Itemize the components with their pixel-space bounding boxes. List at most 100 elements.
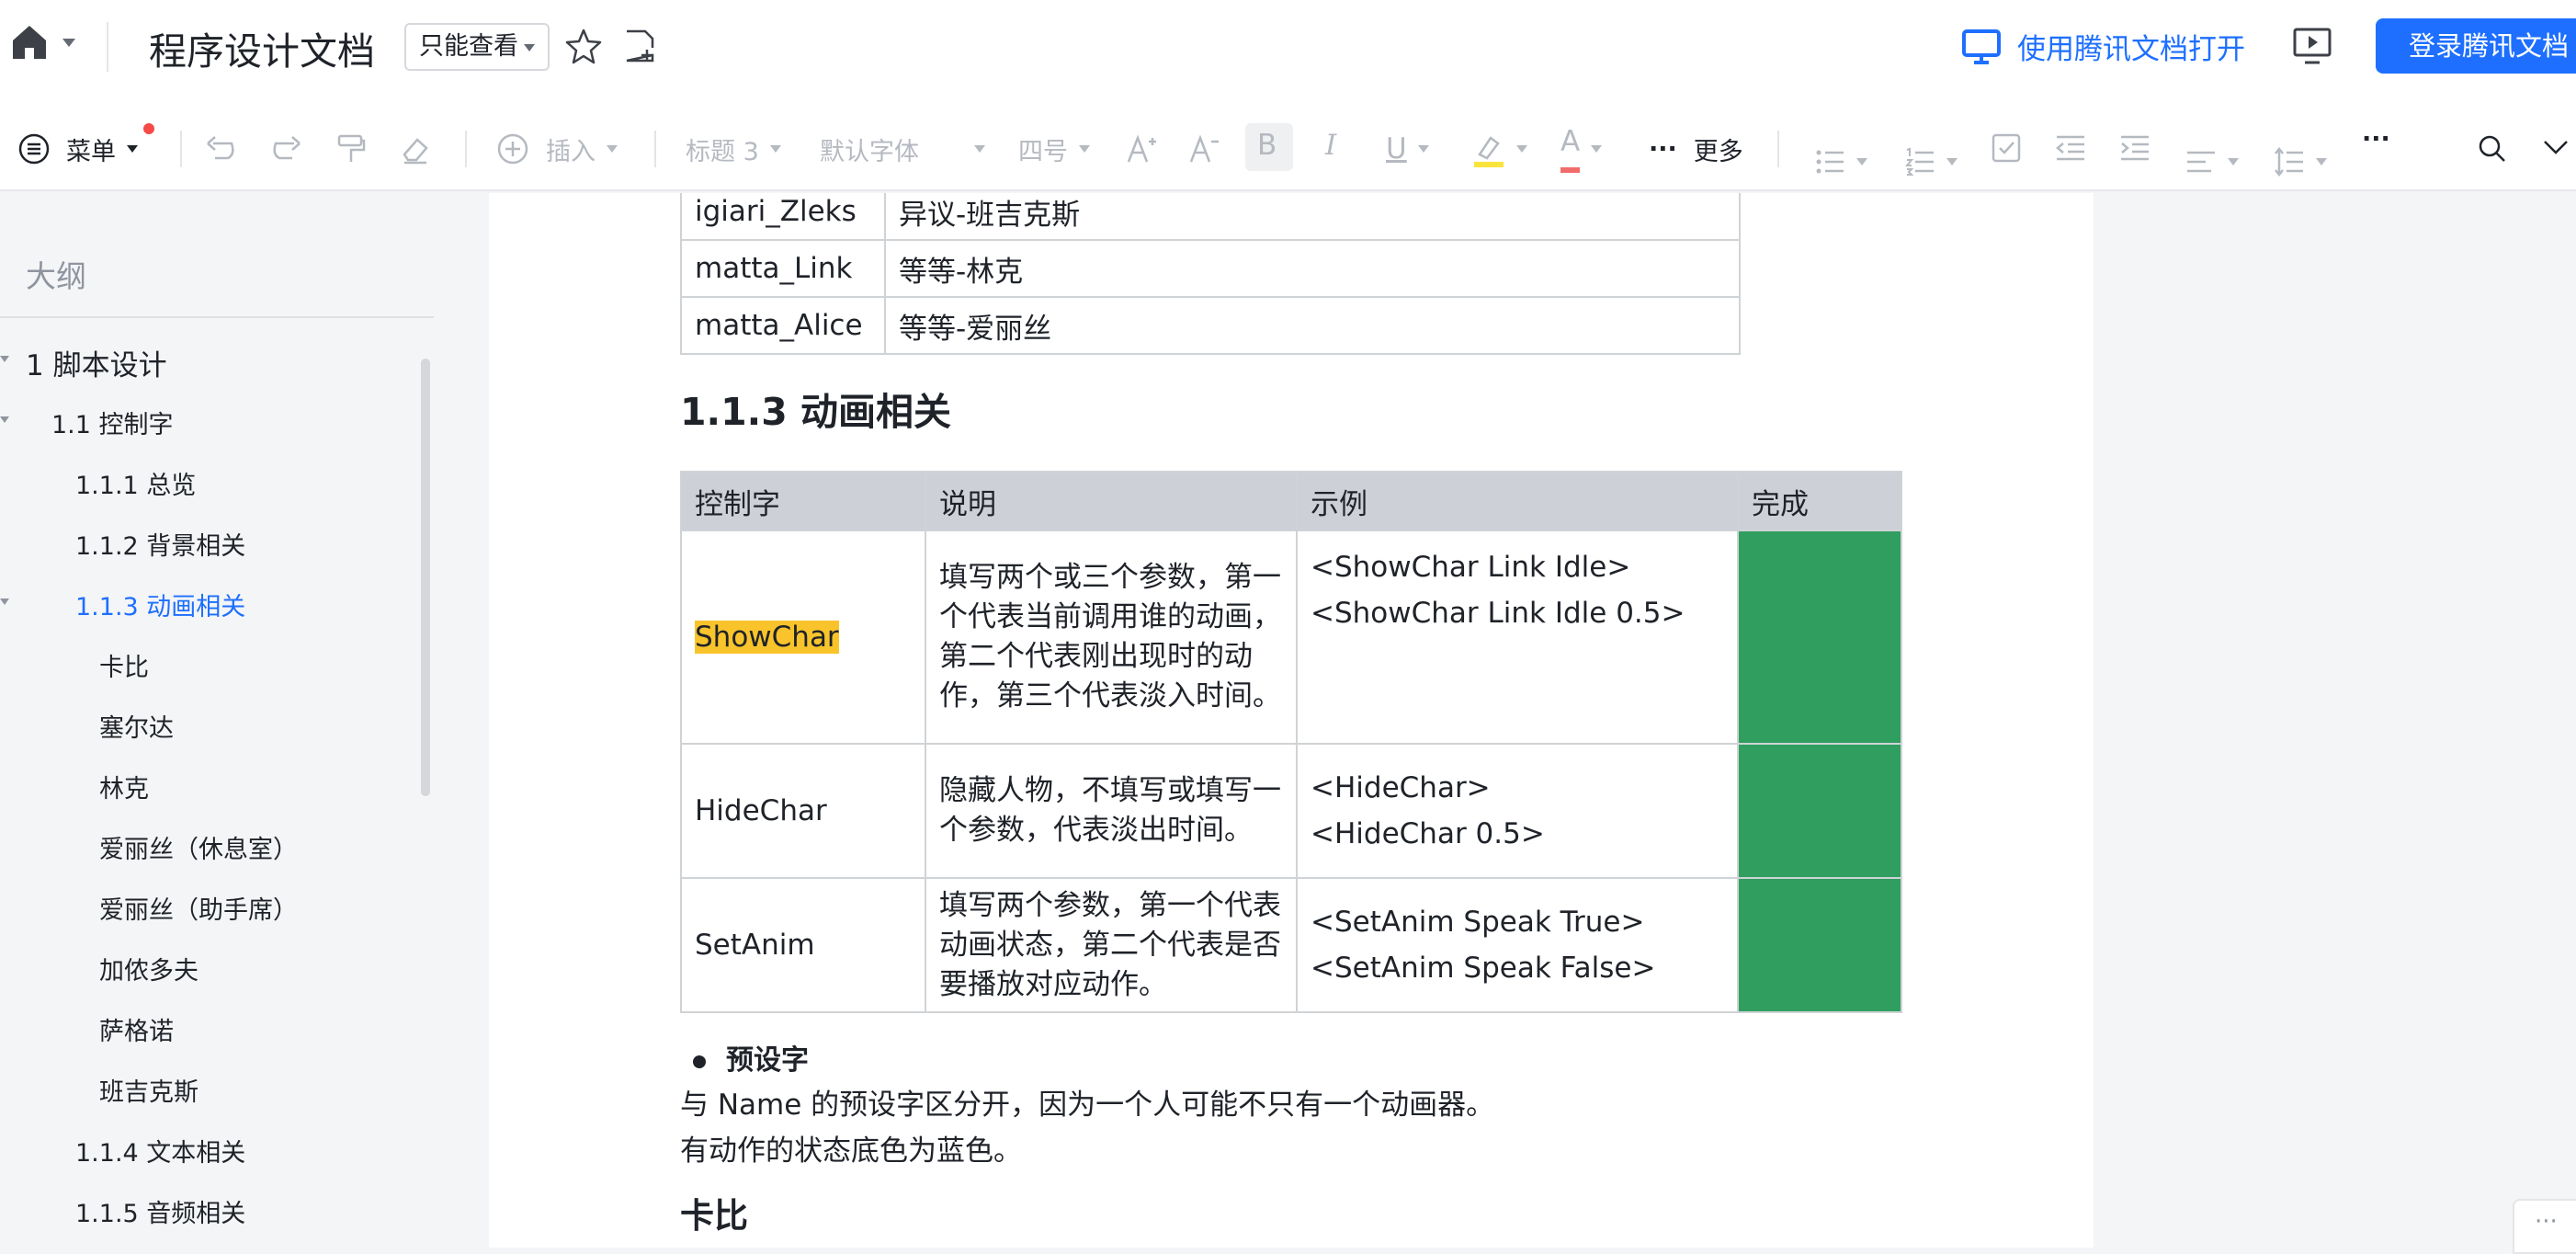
collapse-toolbar-chevron-icon[interactable] (2542, 138, 2570, 197)
login-button[interactable]: 登录腾讯文档 (2376, 18, 2576, 74)
toolbar-overflow-button[interactable]: ··· (2362, 125, 2390, 184)
table-cell[interactable]: HideChar (680, 743, 926, 879)
outline-item[interactable]: 1.1.4 文本相关 (75, 1133, 245, 1168)
divider (107, 22, 108, 72)
highlight-color-dropdown[interactable] (1472, 120, 1527, 178)
divider (654, 131, 656, 167)
chevron-down-icon (607, 145, 618, 153)
outline-item-active[interactable]: 1.1.3 动画相关 (75, 587, 245, 622)
bullet-dot (693, 1054, 706, 1068)
done-cell[interactable] (1737, 530, 1902, 745)
table-cell[interactable]: <SetAnim Speak True> <SetAnim Speak False… (1296, 877, 1739, 1013)
sidebar-scrollbar[interactable] (421, 359, 430, 796)
bullet-list-dropdown[interactable] (1814, 132, 1867, 191)
outline-item[interactable]: 萨格诺 (99, 1011, 174, 1047)
outline-item[interactable]: 爱丽丝（休息室） (99, 829, 298, 865)
underline-dropdown[interactable]: U (1386, 120, 1429, 178)
outline-item[interactable]: 加侬多夫 (99, 951, 199, 986)
chevron-down-icon (1856, 158, 1867, 165)
indent-icon[interactable] (2119, 132, 2150, 191)
outline-item[interactable]: 1.1 控制字 (51, 405, 174, 440)
table-cell[interactable]: 异议-班吉克斯 (884, 193, 1741, 241)
open-in-app-button[interactable]: 使用腾讯文档打开 (1962, 26, 2245, 67)
chevron-down-icon (769, 145, 781, 153)
outdent-icon[interactable] (2055, 132, 2086, 191)
italic-button[interactable]: I (1325, 129, 1336, 188)
search-icon[interactable] (2478, 134, 2507, 193)
table-cell[interactable]: SetAnim (680, 877, 926, 1013)
add-to-folder-icon[interactable] (621, 28, 658, 64)
table-cell[interactable]: matta_Alice (680, 296, 886, 355)
table-cell[interactable]: igiari_Zleks (680, 193, 886, 241)
table-cell[interactable]: matta_Link (680, 239, 886, 298)
underline-label: U (1386, 132, 1407, 165)
outline-item[interactable]: 林克 (99, 769, 149, 804)
star-icon[interactable] (565, 28, 602, 64)
table-cell[interactable]: 等等-林克 (884, 239, 1741, 298)
done-cell[interactable] (1737, 743, 1902, 879)
heading-style-dropdown[interactable]: 标题 3 (686, 120, 781, 178)
table-row: SetAnim 填写两个参数，第一个代表动画状态，第二个代表是否要播放对应动作。… (680, 877, 1902, 1013)
section-heading: 1.1.3 动画相关 (680, 390, 952, 434)
outline-item[interactable]: 塞尔达 (99, 708, 174, 744)
redo-icon[interactable] (270, 132, 303, 191)
chevron-down-icon (1079, 145, 1090, 153)
table-cell[interactable]: <HideChar> <HideChar 0.5> (1296, 743, 1739, 879)
chevron-down-icon (127, 145, 138, 153)
insert-dropdown[interactable]: 插入 (496, 120, 618, 178)
paragraph: 与 Name 的预设字区分开，因为一个人可能不只有一个动画器。 (680, 1089, 1495, 1122)
home-menu-caret-icon[interactable] (62, 39, 75, 47)
table-cell[interactable]: 填写两个或三个参数，第一个代表当前调用谁的动画，第二个代表刚出现时的动作，第三个… (925, 530, 1298, 745)
clear-format-icon[interactable] (399, 132, 432, 191)
table-cell[interactable]: 等等-爱丽丝 (884, 296, 1741, 355)
outline-item[interactable]: 爱丽丝（助手席） (99, 890, 298, 926)
highlighter-icon (1472, 131, 1505, 167)
undo-icon[interactable] (204, 132, 237, 191)
format-painter-icon[interactable] (335, 132, 368, 191)
menu-button[interactable]: 菜单 (18, 120, 138, 178)
outline-item[interactable]: 班吉克斯 (99, 1072, 199, 1108)
expand-caret-icon[interactable] (0, 416, 9, 423)
expand-caret-icon[interactable] (0, 598, 9, 605)
outline-item[interactable]: 1.1.1 总览 (75, 465, 196, 501)
increase-font-icon[interactable] (1125, 132, 1158, 191)
outline-item[interactable]: 1.1.5 音频相关 (75, 1193, 245, 1229)
outline-item[interactable]: 1.1.2 背景相关 (75, 526, 245, 562)
menu-label: 菜单 (66, 137, 116, 166)
table-cell[interactable]: 隐藏人物，不填写或填写一个参数，代表淡出时间。 (925, 743, 1298, 879)
more-button[interactable]: ··· 更多 (1649, 120, 1743, 178)
divider (465, 131, 467, 167)
bold-button[interactable]: B (1257, 129, 1277, 188)
decrease-font-icon[interactable] (1187, 132, 1220, 191)
example-line: <ShowChar Link Idle 0.5> (1311, 597, 1685, 630)
line-spacing-dropdown[interactable] (2274, 132, 2327, 191)
presentation-icon[interactable] (2292, 26, 2332, 66)
done-cell[interactable] (1737, 877, 1902, 1013)
open-in-app-label: 使用腾讯文档打开 (2017, 33, 2245, 66)
font-size-label: 四号 (1018, 137, 1068, 166)
chevron-down-icon (1946, 158, 1958, 165)
view-mode-dropdown[interactable]: 只能查看 (404, 23, 550, 71)
table-cell[interactable]: 填写两个参数，第一个代表动画状态，第二个代表是否要播放对应动作。 (925, 877, 1298, 1013)
line-spacing-icon (2274, 146, 2305, 177)
example-line: <ShowChar Link Idle> (1311, 551, 1631, 584)
chevron-down-icon (2228, 158, 2239, 165)
more-label: 更多 (1693, 137, 1743, 166)
numbered-list-icon (1904, 146, 1935, 177)
menu-icon (18, 133, 50, 165)
outline-item[interactable]: 卡比 (99, 647, 149, 683)
table-cell[interactable]: <ShowChar Link Idle> <ShowChar Link Idle … (1296, 530, 1739, 745)
outline-item[interactable]: 1 脚本设计 (26, 342, 167, 383)
align-dropdown[interactable] (2185, 132, 2239, 191)
chevron-down-icon (524, 43, 535, 51)
font-size-dropdown[interactable]: 四号 (1018, 120, 1090, 178)
home-icon[interactable] (9, 22, 50, 63)
numbered-list-dropdown[interactable] (1904, 132, 1958, 191)
expand-caret-icon[interactable] (0, 356, 9, 362)
example-line: <SetAnim Speak True> (1311, 906, 1645, 939)
table-cell[interactable]: ShowChar (680, 530, 926, 745)
font-color-dropdown[interactable]: A (1560, 120, 1603, 178)
more-options-icon[interactable]: ··· (2513, 1199, 2576, 1254)
checkbox-list-icon[interactable] (1991, 132, 2022, 191)
font-family-dropdown[interactable]: 默认字体 (820, 120, 985, 178)
